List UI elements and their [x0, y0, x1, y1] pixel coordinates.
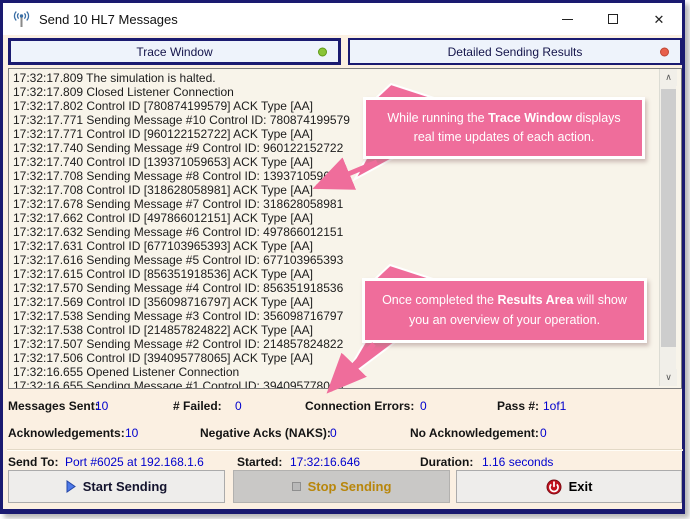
- stop-sending-button[interactable]: Stop Sending: [233, 470, 450, 503]
- radio-signal-icon: [12, 10, 31, 28]
- tab-trace-window[interactable]: Trace Window: [8, 38, 341, 65]
- failed-label: # Failed:: [173, 399, 222, 413]
- duration-value: 1.16 seconds: [482, 455, 554, 469]
- failed-value: 0: [235, 399, 242, 413]
- tab-detailed-results-label: Detailed Sending Results: [447, 44, 583, 59]
- connection-errors-label: Connection Errors:: [305, 399, 415, 413]
- tab-trace-window-label: Trace Window: [136, 44, 213, 59]
- acknowledgements-value: 10: [125, 426, 139, 440]
- no-acknowledgement-label: No Acknowledgement:: [410, 426, 539, 440]
- no-acknowledgement-value: 0: [540, 426, 547, 440]
- negative-acks-label: Negative Acks (NAKS):: [200, 426, 331, 440]
- log-line: 17:32:17.632 Sending Message #6 Control …: [13, 225, 344, 239]
- callout-trace-window-text: While running the Trace Window displays …: [387, 110, 621, 144]
- log-line: 17:32:17.506 Control ID [394095778065] A…: [13, 351, 313, 365]
- started-value: 17:32:16.646: [290, 455, 361, 469]
- send-to-value: Port #6025 at 192.168.1.6: [65, 455, 204, 469]
- start-sending-button[interactable]: Start Sending: [8, 470, 225, 503]
- log-line: 17:32:17.678 Sending Message #7 Control …: [13, 197, 344, 211]
- send-to-label: Send To:: [8, 455, 59, 469]
- minimize-button[interactable]: [544, 3, 590, 35]
- negative-acks-value: 0: [330, 426, 337, 440]
- green-status-dot-icon: [318, 47, 327, 56]
- callout-results-area: Once completed the Results Area will sho…: [362, 278, 647, 343]
- stats-separator: [7, 449, 683, 451]
- window-title: Send 10 HL7 Messages: [39, 11, 178, 27]
- log-line: 17:32:17.631 Control ID [677103965393] A…: [13, 239, 313, 253]
- play-icon: [66, 480, 76, 493]
- log-scrollbar[interactable]: ∧ ∨: [659, 69, 677, 386]
- connection-errors-value: 0: [420, 399, 427, 413]
- log-line: 17:32:17.809 The simulation is halted.: [13, 71, 216, 85]
- window-controls: ✕: [544, 3, 682, 35]
- acknowledgements-label: Acknowledgements:: [8, 426, 125, 440]
- stop-sending-label: Stop Sending: [307, 479, 392, 494]
- exit-button[interactable]: Exit: [456, 470, 682, 503]
- pass-number-label: Pass #:: [497, 399, 540, 413]
- scrollbar-thumb[interactable]: [661, 89, 676, 347]
- pass-number-value: 1of1: [543, 399, 567, 413]
- log-line: 17:32:16.655 Sending Message #1 Control …: [13, 379, 344, 389]
- title-bar[interactable]: Send 10 HL7 Messages ✕: [3, 3, 682, 35]
- log-line: 17:32:17.708 Control ID [318628058981] A…: [13, 183, 313, 197]
- close-icon: ✕: [653, 11, 665, 27]
- maximize-button[interactable]: [590, 3, 636, 35]
- started-label: Started:: [237, 455, 283, 469]
- stop-icon: [291, 482, 301, 491]
- exit-label: Exit: [568, 479, 593, 494]
- log-line: 17:32:16.655 Opened Listener Connection: [13, 365, 240, 379]
- messages-sent-label: Messages Sent:: [8, 399, 99, 413]
- duration-label: Duration:: [420, 455, 474, 469]
- scroll-down-icon[interactable]: ∨: [660, 369, 677, 386]
- tab-detailed-sending-results[interactable]: Detailed Sending Results: [348, 38, 682, 65]
- log-line: 17:32:17.662 Control ID [497866012151] A…: [13, 211, 313, 225]
- callout-trace-window: While running the Trace Window displays …: [363, 97, 645, 159]
- app-window: Send 10 HL7 Messages ✕ Trace Window Deta…: [0, 0, 685, 514]
- start-sending-label: Start Sending: [82, 479, 168, 494]
- log-line: 17:32:17.708 Sending Message #8 Control …: [13, 169, 344, 183]
- screenshot-stage: Send 10 HL7 Messages ✕ Trace Window Deta…: [0, 0, 690, 519]
- power-icon: [546, 479, 562, 494]
- callout-results-area-text: Once completed the Results Area will sho…: [382, 293, 627, 327]
- messages-sent-value: 10: [95, 399, 109, 413]
- maximize-icon: [608, 14, 618, 24]
- close-button[interactable]: ✕: [636, 3, 682, 35]
- minimize-icon: [561, 18, 573, 20]
- log-line: 17:32:17.616 Sending Message #5 Control …: [13, 253, 344, 267]
- red-status-dot-icon: [660, 47, 669, 56]
- scroll-up-icon[interactable]: ∧: [660, 69, 677, 86]
